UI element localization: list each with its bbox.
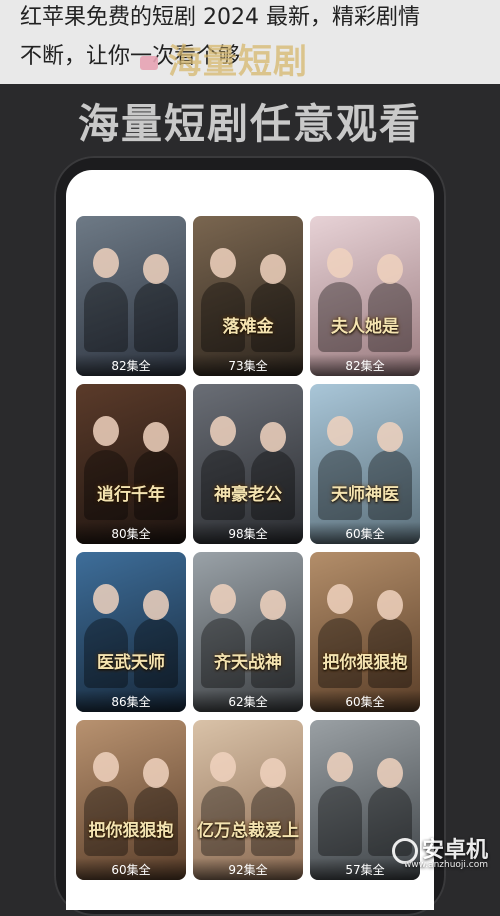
poster-figure-head <box>260 590 286 620</box>
poster-figure <box>318 786 362 856</box>
drama-card[interactable]: 夫人她是 82集全 <box>310 216 420 376</box>
drama-title-art: 落难金 <box>222 317 274 337</box>
caption-banner: 红苹果免费的短剧 2024 最新，精彩剧情 不断，让你一次看个够 海量短剧 <box>0 0 500 84</box>
overlay-brand-text: 海量短剧 <box>168 42 308 82</box>
drama-card[interactable]: 把你狠狠抱 60集全 <box>310 552 420 712</box>
drama-card[interactable]: 天师神医 60集全 <box>310 384 420 544</box>
poster-figure <box>84 282 128 352</box>
poster-figure-head <box>93 248 119 278</box>
poster-figure-head <box>143 758 169 788</box>
drama-title-art: 把你狠狠抱 <box>322 653 408 673</box>
drama-card[interactable]: 齐天战神 62集全 <box>193 552 303 712</box>
drama-title-art: 神豪老公 <box>214 485 282 505</box>
drama-grid: 82集全 落难金 73集全 夫人她是 82集全逍行千年 80集全 神豪老公 98集全 天师神医 6… <box>76 216 420 880</box>
drama-title-art: 把你狠狠抱 <box>88 821 174 841</box>
drama-title-art: 逍行千年 <box>97 485 165 505</box>
poster-figure-head <box>143 422 169 452</box>
poster-figure-head <box>377 758 403 788</box>
drama-card[interactable]: 神豪老公 98集全 <box>193 384 303 544</box>
drama-title-art: 夫人她是 <box>331 317 399 337</box>
episode-count: 86集全 <box>76 690 186 712</box>
poster-figure-head <box>260 254 286 284</box>
pink-sticker-icon <box>140 56 158 70</box>
drama-title-art: 医武天师 <box>97 653 165 673</box>
episode-count: 98集全 <box>193 522 303 544</box>
poster-figure-head <box>327 584 353 614</box>
poster-figure-head <box>143 254 169 284</box>
poster-figure-head <box>327 248 353 278</box>
poster-figure-head <box>210 752 236 782</box>
poster-figure-head <box>327 416 353 446</box>
drama-card[interactable]: 亿万总裁爱上我 92集全 <box>193 720 303 880</box>
phone-screen: 82集全 落难金 73集全 夫人她是 82集全逍行千年 80集全 神豪老公 98集全 天师神医 6… <box>66 170 434 910</box>
drama-card[interactable]: 82集全 <box>76 216 186 376</box>
poster-figure-head <box>93 416 119 446</box>
episode-count: 82集全 <box>76 354 186 376</box>
poster-figure-head <box>260 422 286 452</box>
drama-card[interactable]: 把你狠狠抱 60集全 <box>76 720 186 880</box>
poster-figure-head <box>210 584 236 614</box>
caption-line-1: 红苹果免费的短剧 2024 最新，精彩剧情 <box>20 5 420 30</box>
drama-title-art: 齐天战神 <box>214 653 282 673</box>
poster-figure-head <box>260 758 286 788</box>
poster-figure-head <box>210 248 236 278</box>
episode-count: 80集全 <box>76 522 186 544</box>
drama-title-art: 亿万总裁爱上我 <box>197 821 299 841</box>
drama-card[interactable]: 逍行千年 80集全 <box>76 384 186 544</box>
episode-count: 73集全 <box>193 354 303 376</box>
episode-count: 92集全 <box>193 858 303 880</box>
poster-figure-head <box>143 590 169 620</box>
drama-title-art: 天师神医 <box>331 485 399 505</box>
episode-count: 82集全 <box>310 354 420 376</box>
episode-count: 60集全 <box>310 690 420 712</box>
episode-count: 62集全 <box>193 690 303 712</box>
watermark: 安卓机 www.anzhuoji.com <box>391 832 488 870</box>
poster-figure <box>134 282 178 352</box>
drama-card[interactable]: 医武天师 86集全 <box>76 552 186 712</box>
poster-figure-head <box>377 254 403 284</box>
poster-figure-head <box>377 422 403 452</box>
poster-figure-head <box>93 584 119 614</box>
episode-count: 60集全 <box>310 522 420 544</box>
poster-figure-head <box>327 752 353 782</box>
page-headline: 海量短剧任意观看 <box>78 100 422 148</box>
poster-figure-head <box>377 590 403 620</box>
watermark-url: www.anzhuoji.com <box>403 860 488 870</box>
poster-figure-head <box>210 416 236 446</box>
drama-card[interactable]: 落难金 73集全 <box>193 216 303 376</box>
poster-figure-head <box>93 752 119 782</box>
episode-count: 60集全 <box>76 858 186 880</box>
